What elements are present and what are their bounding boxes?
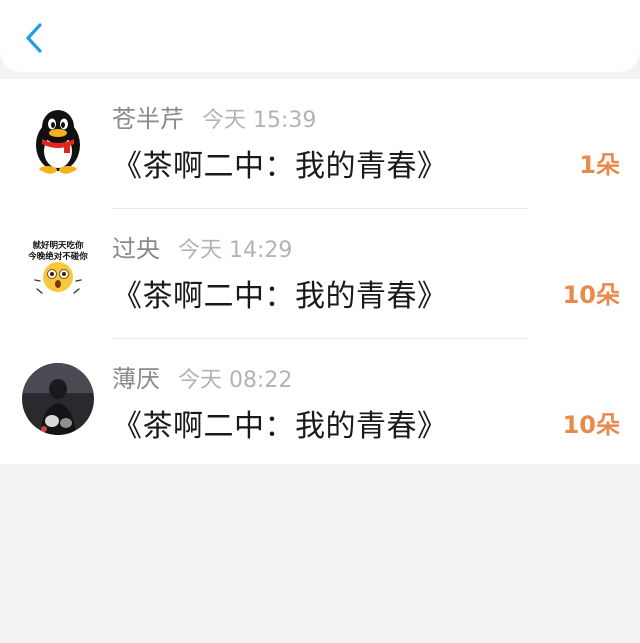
penguin-avatar (22, 103, 94, 175)
work-title: 《茶啊二中：我的青春》 (112, 149, 448, 184)
avatar-caption-line-2: 今晚绝对不碰你 (28, 252, 88, 262)
flower-count: 10朵 (562, 281, 620, 309)
list-item[interactable]: 苍半芹 今天 15:39 《茶啊二中：我的青春》 1朵 (0, 79, 640, 209)
flower-count: 10朵 (562, 411, 620, 439)
item-meta: 过央 今天 14:29 (112, 229, 292, 265)
list-item[interactable]: 薄厌 今天 08:22 《茶啊二中：我的青春》 10朵 (0, 339, 640, 469)
back-button[interactable] (16, 16, 52, 60)
penguin-icon (22, 103, 94, 175)
photo-avatar (22, 363, 94, 435)
chevron-left-icon (26, 23, 42, 53)
list-item[interactable]: 就好明天吃你 今晚绝对不碰你 过央 今天 14:29 《茶啊二中：我的青春》 1… (0, 209, 640, 339)
timestamp: 今天 15:39 (202, 108, 317, 133)
item-meta: 苍半芹 今天 15:39 (112, 99, 316, 135)
sender-name: 薄厌 (112, 365, 160, 393)
work-title: 《茶啊二中：我的青春》 (112, 409, 448, 444)
timestamp: 今天 14:29 (178, 238, 293, 263)
sender-name: 过央 (112, 235, 160, 263)
top-bar (0, 0, 640, 72)
photo-icon (22, 363, 94, 435)
gift-record-list: 苍半芹 今天 15:39 《茶啊二中：我的青春》 1朵 就好明天吃你 今晚绝对不… (0, 79, 640, 464)
work-title: 《茶啊二中：我的青春》 (112, 279, 448, 314)
timestamp: 今天 08:22 (178, 368, 293, 393)
sender-name: 苍半芹 (112, 105, 184, 133)
emoji-avatar: 就好明天吃你 今晚绝对不碰你 (22, 233, 94, 305)
item-meta: 薄厌 今天 08:22 (112, 359, 292, 395)
flower-count: 1朵 (579, 151, 620, 179)
